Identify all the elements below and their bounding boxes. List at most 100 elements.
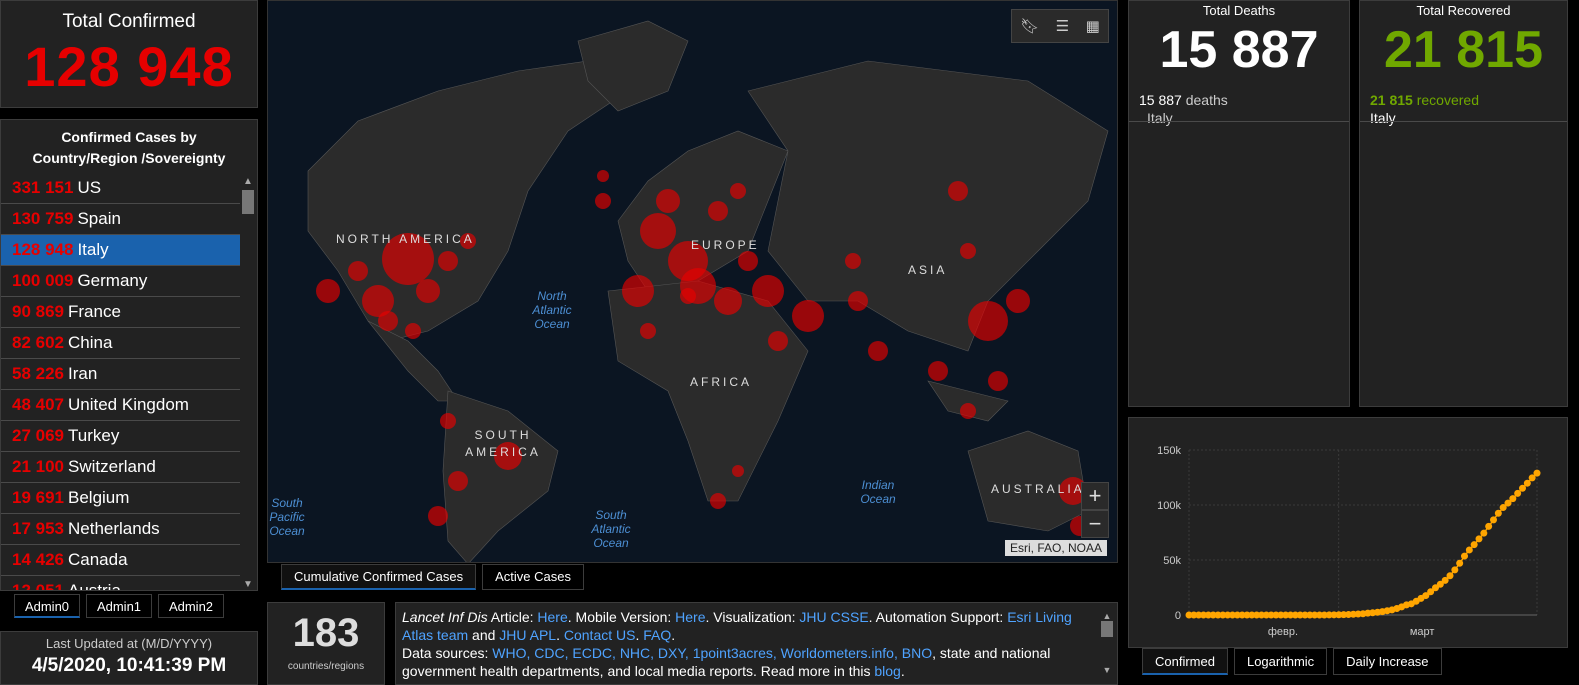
case-bubble[interactable] — [405, 323, 421, 339]
case-bubble[interactable] — [868, 341, 888, 361]
case-bubble[interactable] — [792, 300, 824, 332]
country-name: France — [68, 302, 121, 321]
list-item[interactable]: 17 953 Netherlands — [1, 514, 240, 545]
case-bubble[interactable] — [738, 251, 758, 271]
data-point[interactable] — [1465, 546, 1473, 554]
contact-link[interactable]: Contact US — [564, 627, 636, 643]
case-bubble[interactable] — [622, 275, 654, 307]
jhu-csse-link[interactable]: JHU CSSE — [799, 609, 868, 625]
case-bubble[interactable] — [732, 465, 744, 477]
case-bubble[interactable] — [845, 253, 861, 269]
data-sources-links[interactable]: WHO, CDC, ECDC, NHC, DXY, 1point3acres, … — [492, 645, 932, 661]
country-list-scrollbar[interactable]: ▲ ▼ — [241, 176, 255, 590]
list-item[interactable]: 130 759 Spain — [1, 204, 240, 235]
article-link[interactable]: Here — [537, 609, 567, 625]
list-item[interactable]: 128 948 Italy — [1, 235, 240, 266]
case-bubble[interactable] — [595, 193, 611, 209]
grid-icon[interactable]: ▦ — [1086, 17, 1100, 35]
faq-link[interactable]: FAQ — [643, 627, 671, 643]
list-item[interactable]: 82 602 China — [1, 328, 240, 359]
case-bubble[interactable] — [348, 261, 368, 281]
case-bubble[interactable] — [848, 291, 868, 311]
mobile-link[interactable]: Here — [675, 609, 705, 625]
tab-daily-increase[interactable]: Daily Increase — [1333, 648, 1442, 675]
tab-admin2[interactable]: Admin2 — [158, 594, 224, 618]
case-bubble[interactable] — [708, 201, 728, 221]
case-bubble[interactable] — [714, 287, 742, 315]
case-bubble[interactable] — [730, 183, 746, 199]
jhu-apl-link[interactable]: JHU APL — [499, 627, 556, 643]
list-icon[interactable]: ☰ — [1056, 17, 1069, 35]
scroll-thumb[interactable] — [242, 190, 254, 214]
tab-logarithmic[interactable]: Logarithmic — [1233, 648, 1328, 675]
data-point[interactable] — [1470, 541, 1478, 549]
map-tabs: Cumulative Confirmed Cases Active Cases — [281, 564, 584, 590]
case-bubble[interactable] — [416, 279, 440, 303]
map-canvas[interactable] — [268, 1, 1118, 563]
list-item[interactable]: 14 426 Canada — [1, 545, 240, 576]
data-point[interactable] — [1461, 552, 1468, 560]
data-point[interactable] — [1494, 509, 1502, 517]
data-point[interactable] — [1519, 484, 1526, 492]
case-bubble[interactable] — [316, 279, 340, 303]
tab-admin0[interactable]: Admin0 — [14, 594, 80, 618]
case-bubble[interactable] — [1006, 289, 1030, 313]
scroll-down-icon[interactable]: ▼ — [241, 579, 255, 590]
label-south-america: SOUTH AMERICA — [465, 428, 541, 459]
scroll-down-icon[interactable]: ▼ — [1100, 661, 1114, 679]
country-name: Spain — [77, 209, 121, 228]
case-bubble[interactable] — [440, 413, 456, 429]
data-point[interactable] — [1509, 495, 1517, 503]
list-item[interactable]: 100 009 Germany — [1, 266, 240, 297]
case-bubble[interactable] — [428, 506, 448, 526]
blog-link[interactable]: blog — [874, 663, 900, 679]
x-tick-label: март — [1410, 626, 1435, 638]
data-point[interactable] — [1475, 535, 1483, 543]
case-bubble[interactable] — [710, 493, 726, 509]
list-item[interactable]: 90 869 France — [1, 297, 240, 328]
tab-cumulative-confirmed[interactable]: Cumulative Confirmed Cases — [281, 564, 477, 590]
list-item[interactable]: 12 051 Austria — [1, 576, 240, 590]
list-item[interactable]: 58 226 Iran — [1, 359, 240, 390]
list-item[interactable]: 21 100 Switzerland — [1, 452, 240, 483]
data-point[interactable] — [1514, 489, 1522, 497]
data-point[interactable] — [1523, 479, 1531, 487]
data-point[interactable] — [1446, 572, 1454, 580]
case-bubble[interactable] — [752, 275, 784, 307]
case-bubble[interactable] — [968, 301, 1008, 341]
zoom-in-button[interactable]: + — [1081, 482, 1109, 510]
tab-admin1[interactable]: Admin1 — [86, 594, 152, 618]
scroll-thumb[interactable] — [1101, 621, 1113, 637]
case-bubble[interactable] — [928, 361, 948, 381]
scroll-up-icon[interactable]: ▲ — [241, 176, 255, 187]
list-item[interactable]: 27 069 Turkey — [1, 421, 240, 452]
data-point[interactable] — [1533, 469, 1541, 477]
case-bubble[interactable] — [640, 323, 656, 339]
case-bubble[interactable] — [948, 181, 968, 201]
zoom-out-button[interactable]: − — [1081, 510, 1109, 538]
case-bubble[interactable] — [960, 243, 976, 259]
data-point[interactable] — [1490, 516, 1497, 524]
data-point[interactable] — [1456, 559, 1464, 567]
data-point[interactable] — [1480, 529, 1488, 537]
case-bubble[interactable] — [448, 471, 468, 491]
info-scrollbar[interactable]: ▲ ▼ — [1100, 607, 1114, 679]
list-item[interactable]: 19 691 Belgium — [1, 483, 240, 514]
case-bubble[interactable] — [988, 371, 1008, 391]
case-bubble[interactable] — [640, 213, 676, 249]
data-point[interactable] — [1485, 522, 1493, 530]
list-item[interactable]: 48 407 United Kingdom — [1, 390, 240, 421]
case-bubble[interactable] — [597, 170, 609, 182]
case-bubble[interactable] — [378, 311, 398, 331]
world-map[interactable]: NORTH AMERICA EUROPE ASIA AFRICA SOUTH A… — [267, 0, 1118, 563]
list-item[interactable]: 331 151 US — [1, 173, 240, 204]
case-bubble[interactable] — [768, 331, 788, 351]
tab-active-cases[interactable]: Active Cases — [482, 564, 584, 590]
case-bubble[interactable] — [960, 403, 976, 419]
case-bubble[interactable] — [438, 251, 458, 271]
data-point[interactable] — [1451, 566, 1459, 574]
case-bubble[interactable] — [656, 189, 680, 213]
case-bubble[interactable] — [680, 288, 696, 304]
bookmark-icon[interactable]: 🔖︎ — [1020, 17, 1039, 35]
tab-confirmed[interactable]: Confirmed — [1142, 648, 1228, 675]
